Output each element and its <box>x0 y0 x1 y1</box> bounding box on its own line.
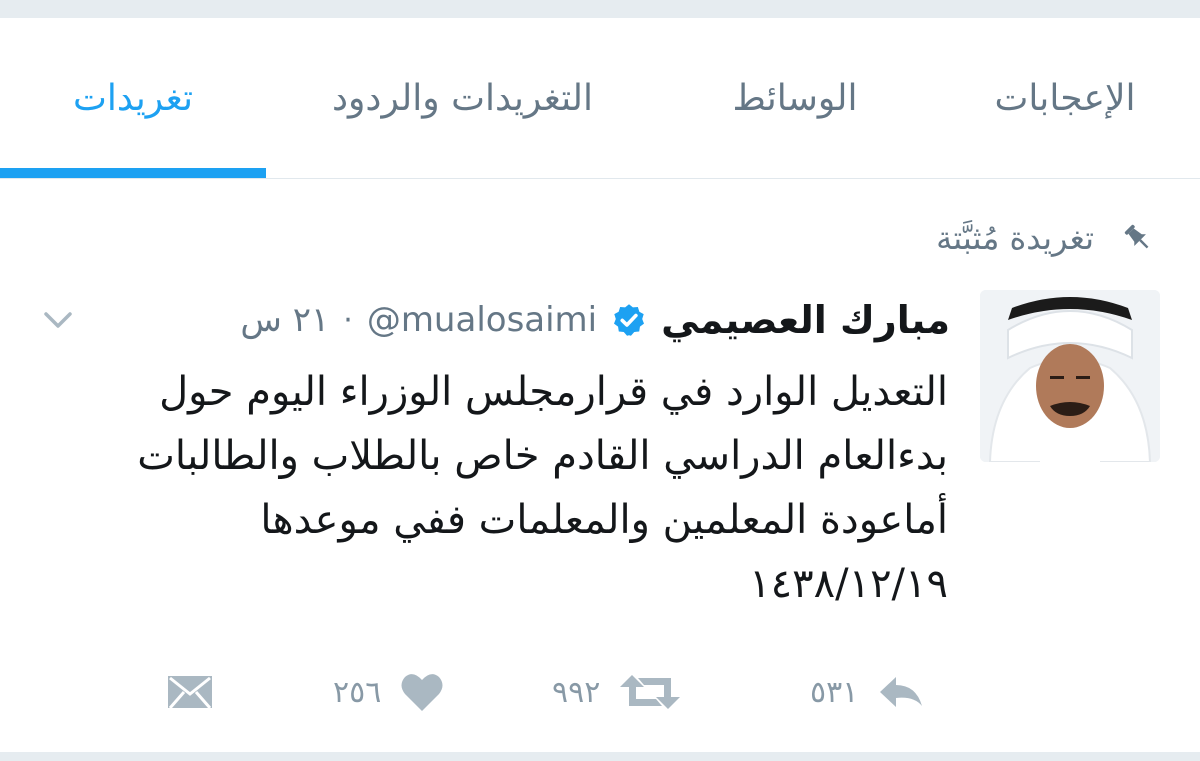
tweet-header: ٢١ س · @mualosaimi مبارك العصيمي <box>240 290 950 350</box>
retweet-count: ٩٩٢ <box>552 674 601 710</box>
chevron-down-icon[interactable] <box>36 298 80 342</box>
profile-tabs: الإعجابات الوسائط التغريدات والردود تغري… <box>0 18 1200 179</box>
reply-count: ٥٣١ <box>810 674 859 710</box>
tweet-actions: ٥٣١ ٩٩٢ ٢٥٦ <box>0 662 1200 722</box>
like-count: ٢٥٦ <box>333 674 382 710</box>
header-separator: · <box>343 302 353 338</box>
envelope-icon <box>168 676 212 709</box>
tweet-timestamp[interactable]: ٢١ س <box>240 300 329 340</box>
heart-icon <box>401 674 443 711</box>
bottom-divider <box>0 752 1200 761</box>
tweet-text-line: أماعودة المعلمين والمعلمات ففي موعدها <box>260 497 948 543</box>
tweet-text: التعديل الوارد في قرارمجلس الوزراء اليوم… <box>38 360 948 616</box>
reply-button[interactable]: ٥٣١ <box>810 662 926 722</box>
pinned-tweet-header: تغريدة مُثبَّتة <box>700 212 1160 264</box>
author-avatar[interactable] <box>980 290 1160 462</box>
retweet-icon <box>620 675 681 709</box>
author-handle[interactable]: @mualosaimi <box>367 300 597 340</box>
like-button[interactable]: ٢٥٦ <box>333 662 445 722</box>
tweet-text-line: التعديل الوارد في قرارمجلس الوزراء اليوم… <box>159 369 948 415</box>
top-divider <box>0 0 1200 18</box>
active-tab-indicator <box>0 168 266 178</box>
tab-likes[interactable]: الإعجابات <box>970 18 1160 178</box>
reply-icon <box>880 677 923 707</box>
tweet-text-line: ١٤٣٨/١٢/١٩ <box>749 561 948 607</box>
tab-tweets-replies[interactable]: التغريدات والردود <box>305 18 620 178</box>
direct-message-button[interactable] <box>166 662 214 722</box>
verified-badge-icon <box>611 302 647 338</box>
author-name[interactable]: مبارك العصيمي <box>661 298 950 342</box>
tweet-text-line: بدءالعام الدراسي القادم خاص بالطلاب والط… <box>137 433 948 479</box>
pin-icon <box>1116 216 1160 260</box>
tab-tweets[interactable]: تغريدات <box>0 18 266 178</box>
pinned-label: تغريدة مُثبَّتة <box>936 219 1094 257</box>
retweet-button[interactable]: ٩٩٢ <box>552 662 682 722</box>
tab-media[interactable]: الوسائط <box>710 18 880 178</box>
